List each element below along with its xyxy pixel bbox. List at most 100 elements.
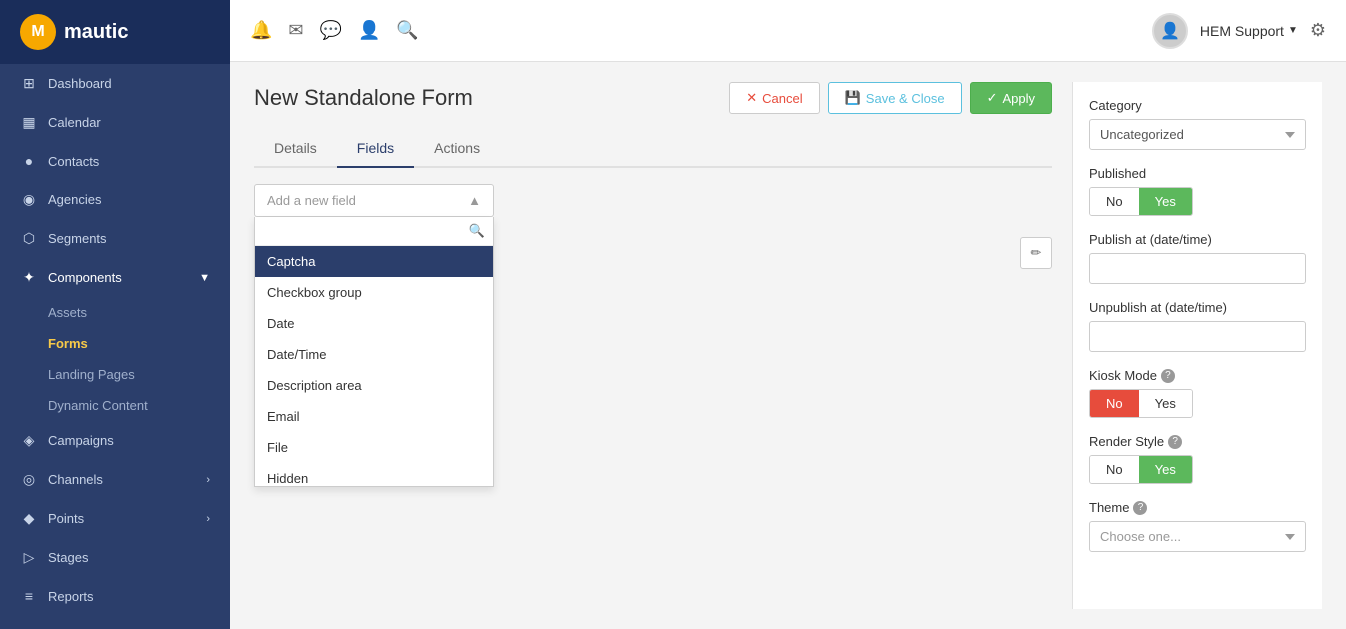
points-icon: ◆: [20, 510, 38, 527]
kiosk-yes-button[interactable]: Yes: [1139, 390, 1192, 417]
dropdown-search-area: 🔍: [255, 217, 493, 246]
published-label: Published: [1089, 166, 1306, 181]
save-close-button[interactable]: 💾 Save & Close: [828, 82, 962, 114]
publish-at-section: Publish at (date/time): [1089, 232, 1306, 284]
dropdown-item-hidden[interactable]: Hidden: [255, 463, 493, 486]
page-content-area: New Standalone Form ✕ Cancel 💾 Save & Cl…: [230, 62, 1346, 629]
unpublish-at-section: Unpublish at (date/time): [1089, 300, 1306, 352]
dropdown-item-date[interactable]: Date: [255, 308, 493, 339]
publish-at-input[interactable]: [1089, 253, 1306, 284]
edit-pencil-button[interactable]: ✏: [1020, 237, 1052, 269]
cancel-button[interactable]: ✕ Cancel: [729, 82, 819, 114]
chevron-down-icon: ▼: [199, 272, 210, 284]
kiosk-toggle: No Yes: [1089, 389, 1193, 418]
sidebar-item-points[interactable]: ◆ Points ›: [0, 499, 230, 538]
sidebar-item-contacts[interactable]: ● Contacts: [0, 142, 230, 180]
render-no-button[interactable]: No: [1090, 456, 1139, 483]
sidebar-navigation: ⊞ Dashboard ▦ Calendar ● Contacts ◉ Agen…: [0, 64, 230, 629]
sidebar-label-segments: Segments: [48, 231, 107, 246]
sidebar-label-channels: Channels: [48, 472, 103, 487]
publish-at-label: Publish at (date/time): [1089, 232, 1306, 247]
render-yes-button[interactable]: Yes: [1139, 456, 1192, 483]
dropdown-item-file[interactable]: File: [255, 432, 493, 463]
dropdown-item-email[interactable]: Email: [255, 401, 493, 432]
tab-fields[interactable]: Fields: [337, 130, 414, 168]
agencies-icon: ◉: [20, 191, 38, 208]
render-style-section: Render Style ? No Yes: [1089, 434, 1306, 484]
published-no-button[interactable]: No: [1090, 188, 1139, 215]
pencil-icon: ✏: [1031, 245, 1042, 261]
page-header: New Standalone Form ✕ Cancel 💾 Save & Cl…: [254, 82, 1052, 114]
notification-icon[interactable]: 🔔: [250, 20, 272, 41]
kiosk-mode-section: Kiosk Mode ? No Yes: [1089, 368, 1306, 418]
published-yes-button[interactable]: Yes: [1139, 188, 1192, 215]
dropdown-search-input[interactable]: [263, 224, 463, 239]
sidebar-item-segments[interactable]: ⬡ Segments: [0, 219, 230, 258]
search-icon[interactable]: 🔍: [396, 20, 418, 41]
avatar-icon: 👤: [1160, 21, 1180, 41]
dropdown-item-description-area[interactable]: Description area: [255, 370, 493, 401]
sidebar-item-assets[interactable]: Assets: [48, 297, 230, 328]
reports-icon: ≡: [20, 588, 38, 604]
sidebar-item-landing-pages[interactable]: Landing Pages: [48, 359, 230, 390]
kiosk-mode-label: Kiosk Mode ?: [1089, 368, 1306, 383]
segments-icon: ⬡: [20, 230, 38, 247]
topbar-right: 👤 HEM Support ▼ ⚙: [1152, 13, 1326, 49]
dropdown-item-checkbox-group[interactable]: Checkbox group: [255, 277, 493, 308]
page-actions: ✕ Cancel 💾 Save & Close ✓ Apply: [729, 82, 1052, 114]
published-toggle: No Yes: [1089, 187, 1193, 216]
sidebar-item-dynamic-content[interactable]: Dynamic Content: [48, 390, 230, 421]
sidebar-item-calendar[interactable]: ▦ Calendar: [0, 103, 230, 142]
dropdown-list: Captcha Checkbox group Date Date/Time De…: [255, 246, 493, 486]
unpublish-at-label: Unpublish at (date/time): [1089, 300, 1306, 315]
dropdown-item-captcha[interactable]: Captcha: [255, 246, 493, 277]
sidebar-label-calendar: Calendar: [48, 115, 101, 130]
apply-check-icon: ✓: [987, 90, 998, 106]
topbar: 🔔 ✉ 💬 👤 🔍 👤 HEM Support ▼ ⚙: [230, 0, 1346, 62]
sidebar-label-dashboard: Dashboard: [48, 76, 112, 91]
right-properties-panel: Category Uncategorized Published No Yes …: [1072, 82, 1322, 609]
dropdown-item-date-time[interactable]: Date/Time: [255, 339, 493, 370]
category-select[interactable]: Uncategorized: [1089, 119, 1306, 150]
sidebar-item-reports[interactable]: ≡ Reports: [0, 577, 230, 615]
logo-area[interactable]: M mautic: [0, 0, 230, 64]
sidebar-item-campaigns[interactable]: ◈ Campaigns: [0, 421, 230, 460]
main-content: 🔔 ✉ 💬 👤 🔍 👤 HEM Support ▼ ⚙ New Standalo…: [230, 0, 1346, 629]
save-icon: 💾: [845, 90, 861, 106]
theme-section: Theme ? Choose one...: [1089, 500, 1306, 552]
sidebar: M mautic ⊞ Dashboard ▦ Calendar ● Contac…: [0, 0, 230, 629]
contacts-icon: ●: [20, 153, 38, 169]
unpublish-at-input[interactable]: [1089, 321, 1306, 352]
sidebar-item-components[interactable]: ✦ Components ▼: [0, 258, 230, 297]
chevron-right-icon-2: ›: [206, 513, 210, 525]
page-title-text: New Standalone Form: [254, 85, 473, 111]
sidebar-label-components: Components: [48, 270, 122, 285]
chat-icon[interactable]: 💬: [320, 20, 342, 41]
email-icon[interactable]: ✉: [288, 20, 303, 41]
tab-actions[interactable]: Actions: [414, 130, 500, 168]
render-help-icon: ?: [1168, 435, 1182, 449]
add-field-label: Add a new field: [267, 193, 356, 208]
sidebar-item-forms[interactable]: Forms: [48, 328, 230, 359]
add-field-trigger[interactable]: Add a new field ▲: [254, 184, 494, 217]
field-dropdown: 🔍 Captcha Checkbox group Date Date/Time …: [254, 217, 494, 487]
sidebar-item-dashboard[interactable]: ⊞ Dashboard: [0, 64, 230, 103]
avatar: 👤: [1152, 13, 1188, 49]
sidebar-label-stages: Stages: [48, 550, 88, 565]
sidebar-item-agencies[interactable]: ◉ Agencies: [0, 180, 230, 219]
sidebar-label-campaigns: Campaigns: [48, 433, 114, 448]
user-name[interactable]: HEM Support ▼: [1200, 23, 1298, 39]
sidebar-item-channels[interactable]: ◎ Channels ›: [0, 460, 230, 499]
apply-button[interactable]: ✓ Apply: [970, 82, 1052, 114]
sidebar-item-stages[interactable]: ▷ Stages: [0, 538, 230, 577]
theme-select[interactable]: Choose one...: [1089, 521, 1306, 552]
components-submenu: Assets Forms Landing Pages Dynamic Conte…: [0, 297, 230, 421]
kiosk-no-button[interactable]: No: [1090, 390, 1139, 417]
settings-gear-icon[interactable]: ⚙: [1310, 20, 1326, 41]
dashboard-icon: ⊞: [20, 75, 38, 92]
cancel-x-icon: ✕: [746, 90, 757, 106]
sidebar-label-reports: Reports: [48, 589, 94, 604]
tab-details[interactable]: Details: [254, 130, 337, 168]
kiosk-help-icon: ?: [1161, 369, 1175, 383]
profile-icon[interactable]: 👤: [358, 20, 380, 41]
